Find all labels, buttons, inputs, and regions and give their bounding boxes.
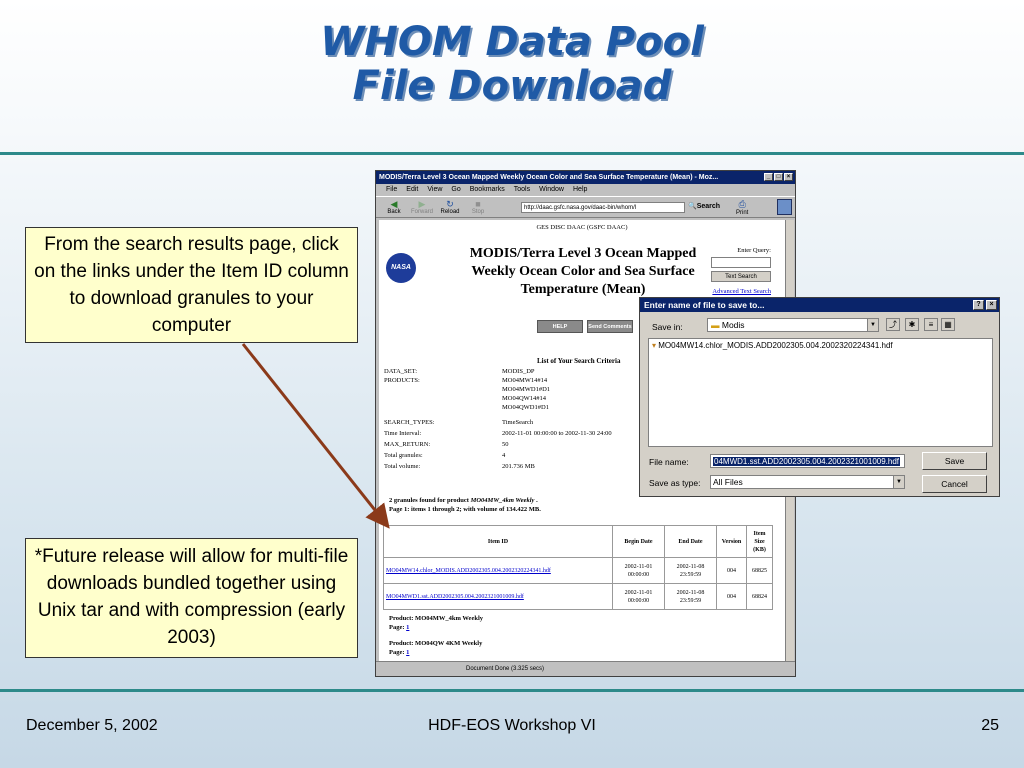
page-link[interactable]: 1 [406,624,409,631]
search-icon: 🔍 [688,203,697,210]
folder-icon: ▬ [711,320,720,330]
menu-go[interactable]: Go [451,184,460,196]
criteria-title: List of Your Search Criteria [537,357,621,365]
chevron-down-icon: ▼ [867,319,878,331]
product-block: Product: MO04QW 4KM Weekly Page: 1 [389,640,483,656]
table-row: MO04MW14.chlor_MODIS.ADD2002305.004.2002… [383,557,773,584]
send-comments-button[interactable]: Send Comments [587,320,633,333]
table-header-row: Item ID Begin Date End Date Version Item… [383,525,773,558]
status-bar: Document Done (3.325 secs) [376,661,795,676]
item-id-link[interactable]: MO04MW14.chlor_MODIS.ADD2002305.004.2002… [386,568,551,574]
search-button[interactable]: 🔍Search [688,201,720,213]
save-in-select[interactable]: ▬ Modis ▼ [707,318,879,332]
maximize-icon[interactable]: □ [774,173,783,181]
page-header: GES DISC DAAC (GSFC DAAC) [536,224,628,231]
save-in-label: Save in: [652,322,683,332]
col-item-size: Item Size (KB) [746,525,773,558]
slide-title-line2: File Download [352,63,672,109]
bottom-divider [0,689,1024,692]
chevron-down-icon: ▼ [893,476,904,488]
results-summary: 2 granules found for product MO04MW_4km … [389,497,541,513]
results-table: Item ID Begin Date End Date Version Item… [383,525,773,610]
col-version: Version [716,525,747,558]
browser-navbar: ◀ Back ▶ Forward ↻ Reload ■ Stop http://daac… [376,196,795,218]
browser-window-title: MODIS/Terra Level 3 Ocean Mapped Weekly … [379,174,719,181]
status-text: Document Done (3.325 secs) [466,666,545,672]
file-name-input[interactable]: 04MWD1.sst.ADD2002305.004.2002321001009.… [710,454,905,468]
browser-titlebar: MODIS/Terra Level 3 Ocean Mapped Weekly … [376,171,795,184]
forward-arrow-icon: ▶ [418,199,426,209]
item-id-link[interactable]: MO04MWD1.sst.ADD2002305.004.200232100100… [386,594,524,600]
menu-edit[interactable]: Edit [406,184,418,196]
reload-icon: ↻ [446,199,454,209]
end-date-cell: 2002-11-08 23:59:59 [664,583,717,610]
help-button[interactable]: HELP [537,320,583,333]
slide-title: WHOM Data Pool File Download [0,20,1024,108]
printer-icon: ⎙ [738,199,746,209]
menu-tools[interactable]: Tools [514,184,530,196]
col-item-id: Item ID [383,525,613,558]
help-icon[interactable]: ? [973,300,984,310]
menu-bookmarks[interactable]: Bookmarks [470,184,505,196]
begin-date-cell: 2002-11-01 00:00:00 [612,583,665,610]
slide-title-line1: WHOM Data Pool [320,19,704,65]
col-begin-date: Begin Date [612,525,665,558]
print-button[interactable]: ⎙ Print [736,199,748,216]
browser-logo-icon [777,199,792,215]
stop-icon: ■ [475,199,481,209]
page-link[interactable]: 1 [406,649,409,656]
cancel-button[interactable]: Cancel [922,475,987,493]
back-button[interactable]: ◀ Back [380,199,408,215]
dialog-titlebar: Enter name of file to save to... ? × [640,298,999,312]
col-end-date: End Date [664,525,717,558]
file-name-label: File name: [649,457,689,467]
dialog-title: Enter name of file to save to... [644,300,765,310]
dialog-close-icon[interactable]: × [986,300,997,310]
footer-event: HDF-EOS Workshop VI [428,717,596,734]
list-view-icon[interactable]: ≡ [924,318,938,331]
enter-query-label: Enter Query: [737,247,771,254]
nasa-logo: NASA [386,253,416,283]
advanced-search-link[interactable]: Advanced Text Search [712,288,771,295]
menu-view[interactable]: View [427,184,442,196]
size-cell: 68825 [746,557,773,584]
browser-menubar: File Edit View Go Bookmarks Tools Window… [376,184,795,196]
reload-button[interactable]: ↻ Reload [436,199,464,215]
details-view-icon[interactable]: ▦ [941,318,955,331]
up-folder-icon[interactable]: ⤴ [886,318,900,331]
begin-date-cell: 2002-11-01 00:00:00 [612,557,665,584]
stop-button[interactable]: ■ Stop [464,199,492,215]
url-input[interactable]: http://daac.gsfc.nasa.gov/daac-bin/whom/… [521,202,685,213]
menu-file[interactable]: File [386,184,397,196]
arrow-line [241,343,390,529]
save-as-type-select[interactable]: All Files ▼ [710,475,905,489]
query-input[interactable] [711,257,771,268]
forward-button[interactable]: ▶ Forward [408,199,436,215]
save-as-type-label: Save as type: [649,478,701,488]
file-item[interactable]: ▾ MO04MW14.chlor_MODIS.ADD2002305.004.20… [652,341,989,350]
callout-note-top: From the search results page, click on t… [25,227,358,343]
minimize-icon[interactable]: _ [764,173,773,181]
top-divider [0,152,1024,155]
version-cell: 004 [716,583,747,610]
product-block: Product: MO04MW_4km Weekly Page: 1 [389,615,484,631]
table-row: MO04MWD1.sst.ADD2002305.004.200232100100… [383,583,773,610]
size-cell: 68824 [746,583,773,610]
text-search-button[interactable]: Text Search [711,271,771,282]
menu-help[interactable]: Help [573,184,587,196]
version-cell: 004 [716,557,747,584]
file-list[interactable]: ▾ MO04MW14.chlor_MODIS.ADD2002305.004.20… [648,338,993,447]
footer-page-number: 25 [981,717,999,734]
new-folder-icon[interactable]: ✱ [905,318,919,331]
page-title: MODIS/Terra Level 3 Ocean Mapped Weekly … [469,246,697,297]
menu-window[interactable]: Window [539,184,564,196]
back-arrow-icon: ◀ [390,199,398,209]
close-icon[interactable]: × [784,173,793,181]
file-icon: ▾ [652,341,657,350]
end-date-cell: 2002-11-08 23:59:59 [664,557,717,584]
save-button[interactable]: Save [922,452,987,470]
callout-note-bottom: *Future release will allow for multi-fil… [25,538,358,658]
save-file-dialog: Enter name of file to save to... ? × Sav… [639,297,1000,497]
